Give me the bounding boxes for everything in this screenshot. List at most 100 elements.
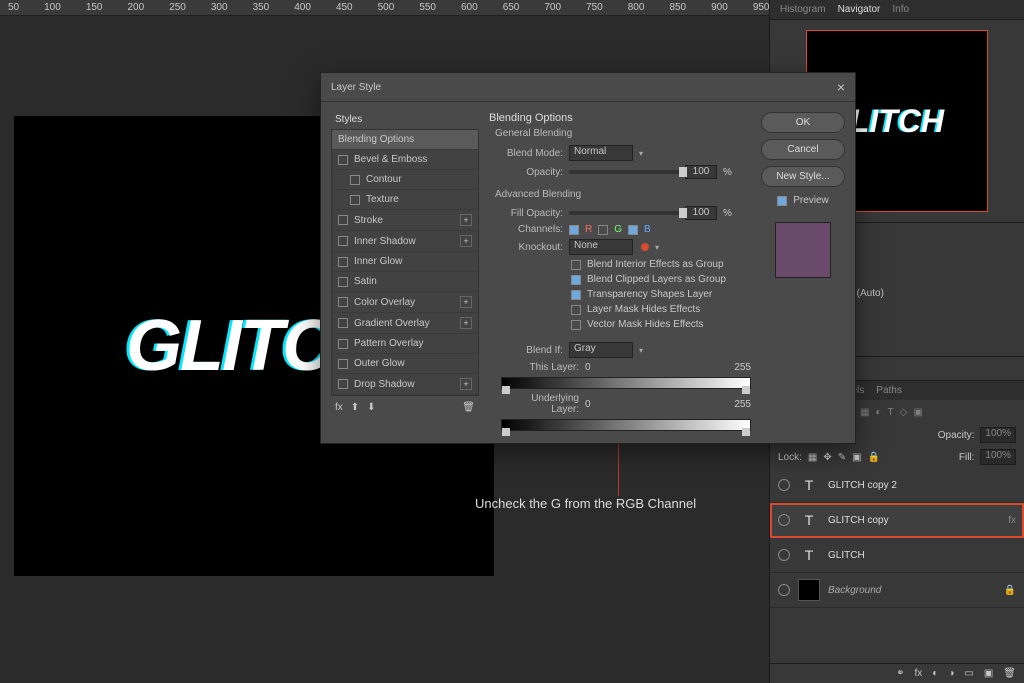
adv-checkbox[interactable] — [571, 290, 581, 300]
adv-checkbox[interactable] — [571, 305, 581, 315]
layer-thumb[interactable] — [798, 579, 820, 601]
style-checkbox[interactable] — [338, 318, 348, 328]
style-item[interactable]: Outer Glow — [332, 354, 478, 374]
this-layer-gradient[interactable] — [501, 377, 751, 389]
opacity-slider[interactable] — [569, 170, 679, 174]
layer-thumb[interactable] — [798, 509, 820, 531]
filter-smart-icon[interactable]: ▣ — [913, 407, 922, 418]
style-item[interactable]: Pattern Overlay — [332, 334, 478, 354]
layer-opacity-value[interactable]: 100% — [980, 427, 1016, 443]
adv-checkbox[interactable] — [571, 275, 581, 285]
style-trash-icon[interactable]: 🗑 — [462, 402, 475, 413]
visibility-icon[interactable] — [778, 549, 790, 561]
style-checkbox[interactable] — [338, 236, 348, 246]
style-down-icon[interactable]: ⬇ — [367, 402, 375, 413]
visibility-icon[interactable] — [778, 584, 790, 596]
close-icon[interactable]: × — [837, 79, 845, 95]
fill-opacity-value[interactable]: 100 — [685, 206, 717, 220]
nav-tab-info[interactable]: Info — [892, 4, 909, 15]
layer-fill-value[interactable]: 100% — [980, 449, 1016, 465]
style-item[interactable]: Contour — [332, 170, 478, 190]
fx-label[interactable]: fx — [335, 402, 343, 413]
lock-brush-icon[interactable]: ✎ — [838, 452, 846, 463]
layer-row[interactable]: GLITCH copy 2 — [770, 468, 1024, 503]
style-item[interactable]: Color Overlay+ — [332, 292, 478, 313]
cancel-button[interactable]: Cancel — [761, 139, 845, 160]
style-checkbox[interactable] — [338, 359, 348, 369]
layers-tab-paths[interactable]: Paths — [876, 385, 902, 396]
preview-checkbox[interactable] — [777, 196, 787, 206]
mask-icon[interactable]: ◐ — [932, 668, 938, 679]
layer-row[interactable]: GLITCH copy fx — [770, 503, 1024, 538]
lock-position-icon[interactable]: ✥ — [823, 452, 831, 463]
new-layer-icon[interactable]: ▣ — [984, 668, 993, 679]
layer-thumb[interactable] — [798, 474, 820, 496]
visibility-icon[interactable] — [778, 479, 790, 491]
adv-checkbox[interactable] — [571, 260, 581, 270]
style-checkbox[interactable] — [350, 195, 360, 205]
style-up-icon[interactable]: ⬆ — [351, 402, 359, 413]
style-item[interactable]: Bevel & Emboss — [332, 150, 478, 170]
filter-adjust-icon[interactable]: ◐ — [875, 407, 881, 418]
style-checkbox[interactable] — [338, 277, 348, 287]
layer-row[interactable]: Background🔒 — [770, 573, 1024, 608]
fx-icon[interactable]: fx — [915, 668, 923, 679]
nav-tab-histogram[interactable]: Histogram — [780, 4, 826, 15]
style-checkbox[interactable] — [338, 297, 348, 307]
add-effect-icon[interactable]: + — [460, 235, 472, 247]
layer-thumb[interactable] — [798, 544, 820, 566]
blend-mode-select[interactable]: Normal — [569, 145, 633, 161]
channel-g-checkbox[interactable] — [598, 225, 608, 235]
style-label: Blending Options — [338, 134, 414, 145]
style-item[interactable]: Blending Options — [332, 130, 478, 150]
link-layers-icon[interactable]: ⚭ — [896, 668, 904, 679]
layer-name[interactable]: GLITCH copy — [828, 515, 889, 526]
channel-r-checkbox[interactable] — [569, 225, 579, 235]
style-checkbox[interactable] — [350, 175, 360, 185]
style-item[interactable]: Inner Shadow+ — [332, 231, 478, 252]
style-checkbox[interactable] — [338, 257, 348, 267]
style-item[interactable]: Satin — [332, 272, 478, 292]
add-effect-icon[interactable]: + — [460, 317, 472, 329]
style-item[interactable]: Gradient Overlay+ — [332, 313, 478, 334]
layer-name[interactable]: GLITCH copy 2 — [828, 480, 897, 491]
layer-name[interactable]: Background — [828, 585, 881, 596]
adjustment-icon[interactable]: ◑ — [948, 668, 954, 679]
nav-tab-navigator[interactable]: Navigator — [838, 4, 881, 15]
filter-text-icon[interactable]: T — [888, 407, 894, 418]
style-item[interactable]: Texture — [332, 190, 478, 210]
style-item[interactable]: Stroke+ — [332, 210, 478, 231]
fill-opacity-slider[interactable] — [569, 211, 679, 215]
group-icon[interactable]: ▭ — [964, 668, 973, 679]
channel-b-checkbox[interactable] — [628, 225, 638, 235]
layer-fx-icon[interactable]: fx — [1008, 515, 1016, 526]
underlying-gradient[interactable] — [501, 419, 751, 431]
style-checkbox[interactable] — [338, 215, 348, 225]
add-effect-icon[interactable]: + — [460, 378, 472, 390]
lock-pixels-icon[interactable]: ▦ — [808, 452, 817, 463]
ok-button[interactable]: OK — [761, 112, 845, 133]
filter-pixel-icon[interactable]: ▦ — [860, 407, 869, 418]
lock-artboard-icon[interactable]: ▣ — [852, 452, 861, 463]
add-effect-icon[interactable]: + — [460, 214, 472, 226]
visibility-icon[interactable] — [778, 514, 790, 526]
layer-row[interactable]: GLITCH — [770, 538, 1024, 573]
blend-if-select[interactable]: Gray — [569, 342, 633, 358]
dialog-titlebar[interactable]: Layer Style × — [321, 73, 855, 102]
filter-shape-icon[interactable]: ◇ — [900, 407, 908, 418]
knockout-select[interactable]: None — [569, 239, 633, 255]
add-effect-icon[interactable]: + — [460, 296, 472, 308]
lock-all-icon[interactable]: 🔒 — [868, 452, 880, 463]
trash-icon[interactable]: 🗑 — [1003, 668, 1016, 679]
ruler-tick: 400 — [294, 2, 311, 13]
style-item[interactable]: Drop Shadow+ — [332, 374, 478, 395]
style-checkbox[interactable] — [338, 339, 348, 349]
opacity-value[interactable]: 100 — [685, 165, 717, 179]
new-style-button[interactable]: New Style... — [761, 166, 845, 187]
style-checkbox[interactable] — [338, 379, 348, 389]
adv-checkbox[interactable] — [571, 320, 581, 330]
style-checkbox[interactable] — [338, 155, 348, 165]
layer-name[interactable]: GLITCH — [828, 550, 865, 561]
style-item[interactable]: Inner Glow — [332, 252, 478, 272]
ruler-tick: 950 — [753, 2, 770, 13]
